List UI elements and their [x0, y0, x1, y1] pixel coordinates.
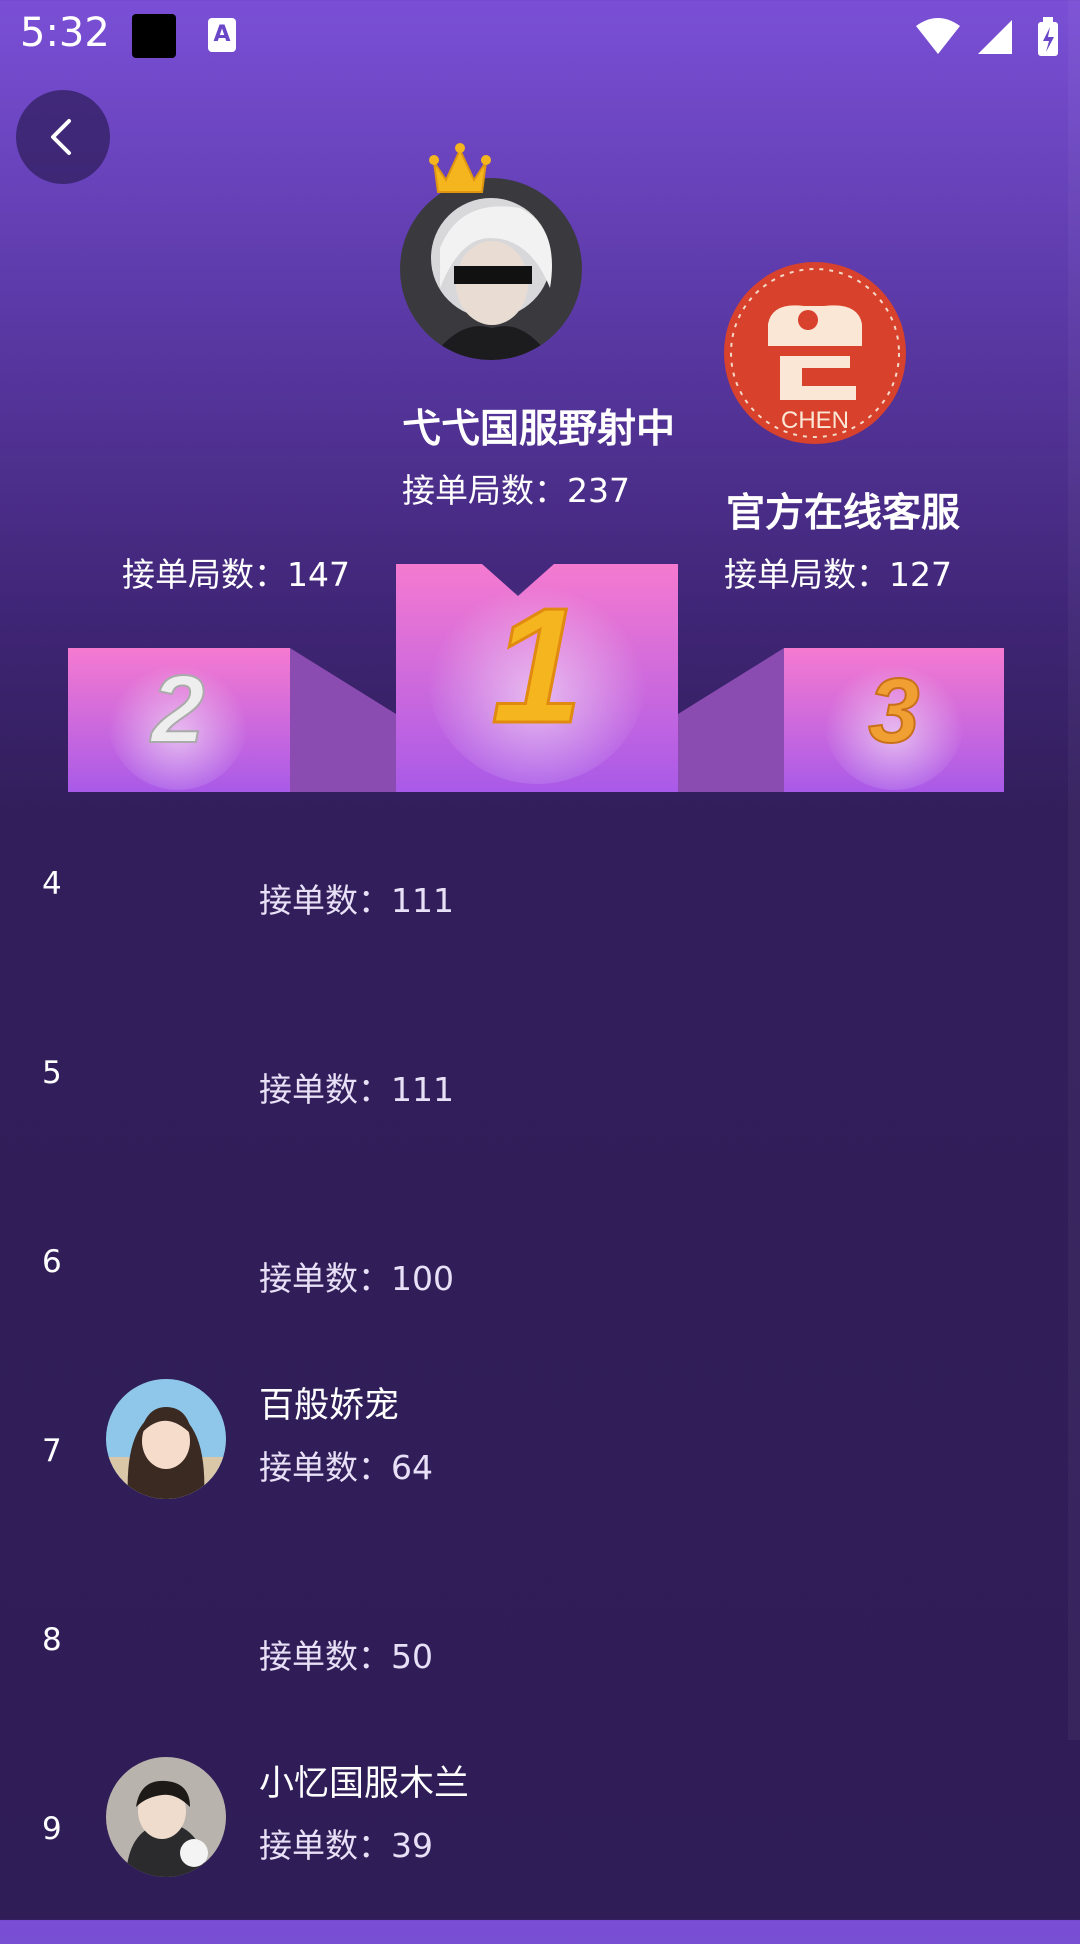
third-place-avatar[interactable]: CHEN	[724, 262, 906, 444]
podium-number-2: 2	[149, 656, 204, 763]
list-item[interactable]: 8 接单数：50	[0, 1566, 1080, 1755]
chevron-left-icon	[51, 119, 71, 155]
list-item[interactable]: 7 百般娇宠 接单数：64	[0, 1377, 1080, 1566]
back-button[interactable]	[16, 90, 110, 184]
player-name: 小忆国服木兰	[259, 1764, 470, 1804]
list-item[interactable]: 9 小忆国服木兰 接单数：39	[0, 1755, 1080, 1944]
list-item[interactable]: 6 接单数：100	[0, 1188, 1080, 1377]
avatar[interactable]	[106, 1379, 226, 1499]
podium-number-3: 3	[868, 660, 919, 762]
first-place-count: 接单局数：237	[402, 471, 630, 510]
battery-icon	[1038, 17, 1058, 56]
rank-number: 9	[42, 1811, 62, 1847]
status-time: 5:32	[20, 10, 110, 56]
first-place-name[interactable]: 弋弋国服野射中	[402, 398, 675, 454]
order-count: 接单数：111	[259, 881, 454, 920]
notification-app-icon	[132, 14, 176, 58]
wifi-icon	[916, 18, 960, 54]
order-count: 接单数：64	[259, 1448, 433, 1487]
rank-number: 6	[42, 1244, 62, 1280]
podium: 2 1 3	[68, 564, 1004, 792]
crown-icon	[429, 143, 491, 193]
order-count: 接单数：100	[259, 1259, 454, 1298]
order-count: 接单数：39	[259, 1826, 433, 1865]
player-name: 百般娇宠	[259, 1386, 400, 1426]
list-item[interactable]: 5 接单数：111	[0, 999, 1080, 1188]
rank-number: 4	[42, 866, 62, 902]
rank-number: 7	[42, 1433, 62, 1469]
order-count: 接单数：111	[259, 1070, 454, 1109]
signal-icon	[978, 20, 1012, 54]
podium-number-1: 1	[491, 574, 582, 757]
order-count: 接单数：50	[259, 1637, 433, 1676]
keyboard-app-icon: A	[208, 18, 236, 52]
third-place-avatar-text: CHEN	[781, 407, 849, 434]
third-place-name[interactable]: 官方在线客服	[726, 482, 960, 538]
status-icons	[916, 17, 1058, 56]
rank-number: 5	[42, 1055, 62, 1091]
avatar[interactable]	[106, 1757, 226, 1877]
rank-number: 8	[42, 1622, 62, 1658]
first-place-avatar[interactable]	[400, 178, 582, 360]
list-item[interactable]: 4 接单数：111	[0, 810, 1080, 999]
status-bar: 5:32 A	[0, 0, 1080, 72]
